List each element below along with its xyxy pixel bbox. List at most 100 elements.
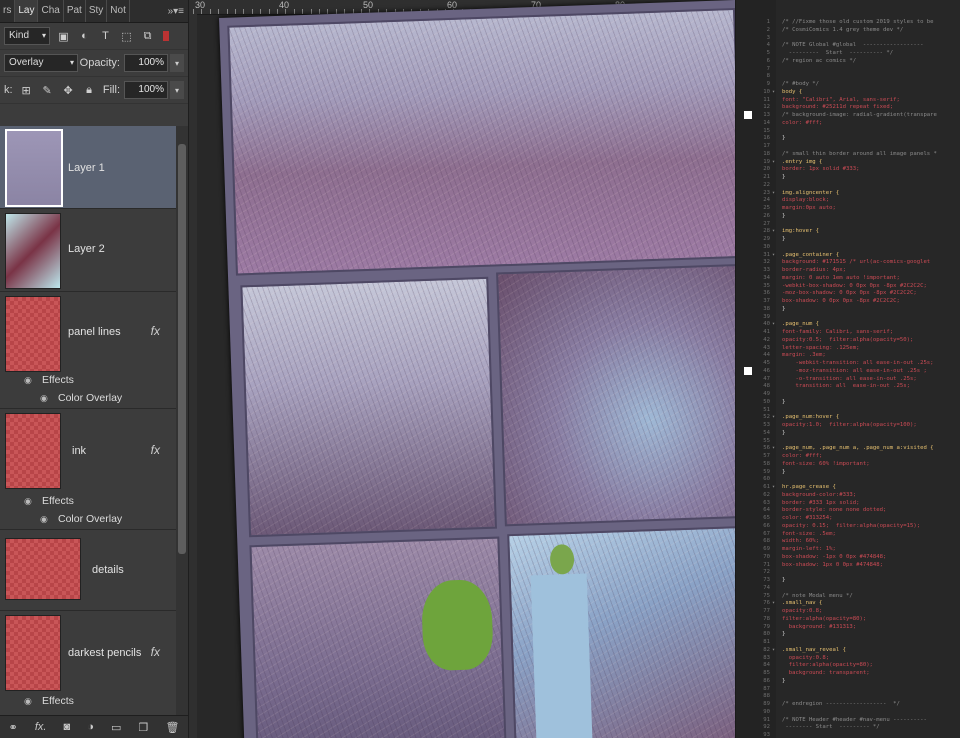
ruler-mark: [285, 9, 287, 14]
layer-row[interactable]: details: [0, 530, 176, 611]
link-icon[interactable]: ⚭: [9, 721, 18, 734]
lock-position-icon[interactable]: ✥: [61, 83, 76, 98]
layer-name[interactable]: darkest pencils: [68, 647, 141, 659]
lock-transparent-icon[interactable]: ⊞: [19, 83, 34, 98]
layer-row[interactable]: panel lines fx ◉ Effects ◉ Color Overlay: [0, 292, 176, 409]
effects-label: Effects: [42, 374, 74, 386]
fill-label: Fill:: [102, 84, 120, 96]
layers-panel: rs Lay Cha Pat Sty Not »▾≡ Kind ▾ ▣ ◐ T ⬚…: [0, 0, 189, 738]
fx-icon[interactable]: fx: [151, 443, 160, 457]
ruler-tick: 60: [447, 0, 458, 10]
comic-panel-1[interactable]: [227, 7, 735, 276]
comic-panel-5[interactable]: [507, 525, 735, 738]
code-line[interactable]: 93: [736, 731, 960, 738]
layer-name[interactable]: Layer 2: [68, 243, 105, 255]
layer-row[interactable]: ink fx ◉ Effects ◉ Color Overlay: [0, 409, 176, 530]
mask-icon[interactable]: ◙: [64, 721, 71, 733]
fx-icon[interactable]: fx: [151, 645, 160, 659]
layer-thumbnail: [5, 538, 81, 600]
ruler-mark: [243, 9, 245, 14]
ruler-tick: 40: [279, 0, 290, 10]
color-overlay-label: Color Overlay: [58, 392, 123, 404]
ruler-mark: [277, 9, 278, 14]
ruler-mark: [319, 9, 320, 14]
sketch-texture: [498, 265, 735, 525]
eye-icon[interactable]: ◉: [24, 696, 36, 707]
adjustment-filter-icon[interactable]: ◐: [77, 29, 92, 44]
eye-icon[interactable]: ◉: [24, 496, 36, 507]
layer-thumbnail: [5, 413, 61, 489]
opacity-input[interactable]: 100%: [124, 54, 168, 72]
opacity-dropdown-icon[interactable]: ▾: [170, 54, 184, 72]
layer-row[interactable]: Layer 1: [0, 126, 176, 209]
ruler-mark: [226, 9, 228, 14]
opacity-label: Opacity:: [79, 57, 120, 69]
tab-styles[interactable]: Sty: [86, 0, 108, 22]
tab-notes[interactable]: Not: [107, 0, 130, 22]
shape-filter-icon[interactable]: ⬚: [119, 29, 134, 44]
eye-icon[interactable]: ◉: [40, 393, 52, 404]
color-overlay-row[interactable]: ◉ Color Overlay: [40, 513, 122, 525]
ruler-tick: 50: [363, 0, 374, 10]
fx-icon[interactable]: fx.: [35, 721, 47, 733]
layer-name[interactable]: ink: [72, 445, 86, 457]
comic-panel-4[interactable]: [249, 536, 507, 738]
panel-tabs: rs Lay Cha Pat Sty Not »▾≡: [0, 0, 188, 23]
vertical-ruler: [189, 14, 197, 738]
tab-layers[interactable]: Lay: [15, 0, 39, 22]
fill-input[interactable]: 100%: [124, 81, 168, 99]
layer-row[interactable]: Layer 2: [0, 209, 176, 292]
comic-panel-3[interactable]: [496, 263, 735, 527]
tab-channels[interactable]: Cha: [38, 0, 64, 22]
eye-icon[interactable]: ◉: [40, 514, 52, 525]
chevron-down-icon: ▾: [41, 31, 46, 40]
layer-name[interactable]: details: [92, 564, 124, 576]
layer-row[interactable]: darkest pencils fx ◉ Effects: [0, 611, 176, 716]
comic-panel-2[interactable]: [240, 276, 497, 538]
effects-row[interactable]: ◉ Effects: [24, 374, 74, 386]
ruler-mark: [310, 9, 312, 14]
effects-label: Effects: [42, 495, 74, 507]
chevron-down-icon: ▾: [69, 58, 74, 67]
effects-row[interactable]: ◉ Effects: [24, 695, 74, 707]
blend-row: Overlay ▾ Opacity: 100% ▾: [0, 50, 188, 77]
scrollbar-thumb[interactable]: [178, 144, 186, 554]
tab-0[interactable]: rs: [0, 0, 16, 22]
filter-kind-select[interactable]: Kind ▾: [4, 27, 50, 45]
lock-pixels-icon[interactable]: ✎: [40, 83, 55, 98]
trash-icon[interactable]: 🗑︎: [165, 721, 179, 734]
ruler-mark: [218, 9, 220, 14]
tab-paths[interactable]: Pat: [64, 0, 86, 22]
panel-menu-icon[interactable]: »▾≡: [164, 6, 188, 17]
color-overlay-row[interactable]: ◉ Color Overlay: [40, 392, 122, 404]
new-layer-icon[interactable]: ❐: [138, 721, 148, 734]
sketch-texture: [242, 278, 495, 536]
layer-name[interactable]: Layer 1: [68, 162, 105, 174]
type-filter-icon[interactable]: T: [98, 29, 113, 44]
lock-all-icon[interactable]: 🔒︎: [82, 83, 97, 98]
smart-object-filter-icon[interactable]: ⧉: [140, 29, 155, 44]
eye-icon[interactable]: ◉: [24, 375, 36, 386]
effects-row[interactable]: ◉ Effects: [24, 495, 74, 507]
color-overlay-label: Color Overlay: [58, 513, 123, 525]
layers-scrollbar[interactable]: [176, 126, 188, 716]
layers-footer: ⚭ fx. ◙ ◑ ▭ ❐ 🗑︎: [0, 715, 188, 738]
ruler-mark: [302, 9, 304, 14]
layer-name[interactable]: panel lines: [68, 326, 121, 338]
color-swatch: [744, 366, 752, 375]
code-editor[interactable]: 1/* //Fixme those old custom 2019 styles…: [735, 0, 960, 738]
adjustment-icon[interactable]: ◑: [87, 721, 94, 733]
canvas-area[interactable]: 30 40 50 60 70 80 90: [189, 0, 735, 738]
fill-dropdown-icon[interactable]: ▾: [170, 81, 184, 99]
image-filter-icon[interactable]: ▣: [56, 29, 71, 44]
ruler-tick: 30: [195, 0, 206, 10]
folder-icon[interactable]: ▭: [111, 721, 121, 734]
filter-toggle-icon[interactable]: [163, 31, 169, 41]
ruler-mark: [260, 9, 262, 14]
character-cloak: [530, 573, 593, 738]
fx-icon[interactable]: fx: [151, 324, 160, 338]
blend-mode-select[interactable]: Overlay ▾: [4, 54, 78, 72]
filter-kind-value: Kind: [9, 30, 30, 41]
filter-row: Kind ▾ ▣ ◐ T ⬚ ⧉: [0, 23, 188, 50]
comic-page[interactable]: [219, 0, 735, 738]
